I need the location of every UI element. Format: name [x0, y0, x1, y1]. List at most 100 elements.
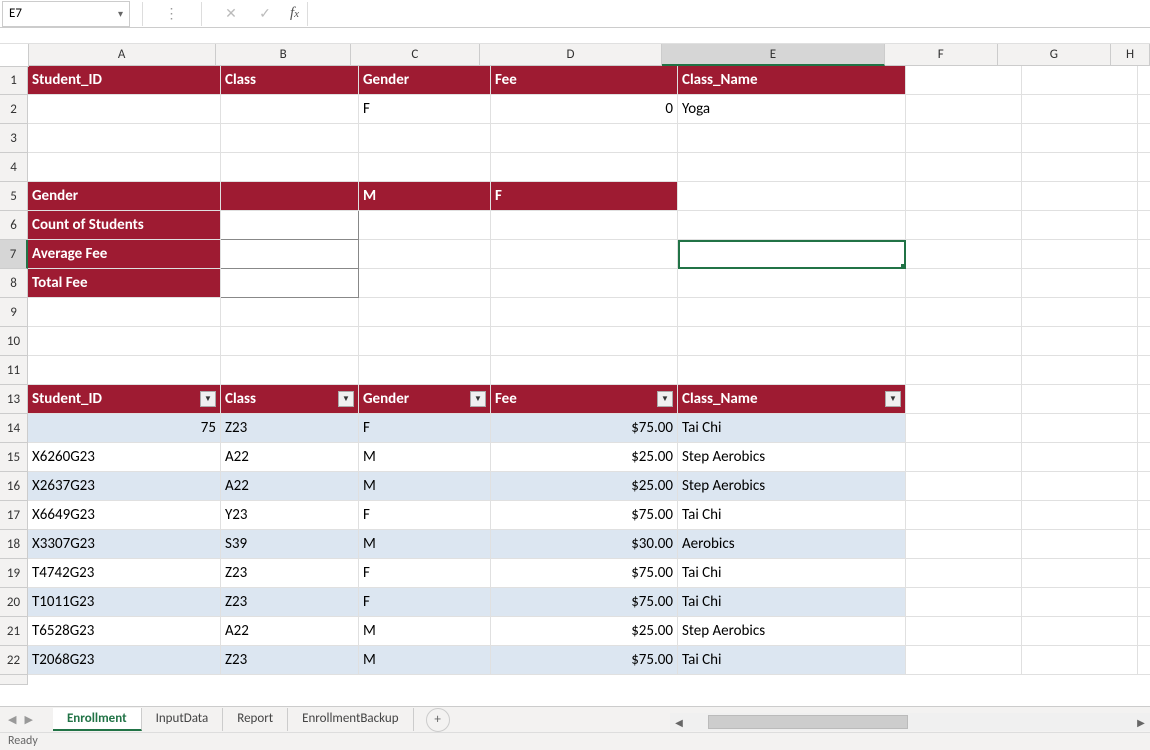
cell[interactable] [28, 327, 221, 356]
cell[interactable] [906, 530, 1022, 559]
cell[interactable] [1022, 298, 1138, 327]
cell[interactable]: T1011G23 [28, 588, 221, 617]
cell[interactable] [491, 327, 678, 356]
cell[interactable] [678, 182, 906, 211]
cell[interactable] [906, 646, 1022, 675]
cell[interactable]: Student_ID▼ [28, 385, 221, 414]
cell[interactable] [1022, 414, 1138, 443]
cell[interactable] [906, 327, 1022, 356]
cell[interactable] [28, 298, 221, 327]
cell[interactable] [1138, 443, 1150, 472]
cell[interactable] [28, 356, 221, 385]
column-header-A[interactable]: A [28, 44, 216, 66]
cell[interactable] [359, 124, 491, 153]
cell[interactable] [491, 269, 678, 298]
column-header-C[interactable]: C [351, 44, 480, 66]
row-header[interactable]: 6 [0, 211, 28, 240]
cell[interactable] [678, 211, 906, 240]
cell[interactable] [1138, 559, 1150, 588]
cell[interactable] [906, 443, 1022, 472]
filter-dropdown-icon[interactable]: ▼ [657, 391, 673, 407]
cell[interactable]: Tai Chi [678, 559, 906, 588]
cell[interactable] [491, 240, 678, 269]
column-header-B[interactable]: B [216, 44, 351, 66]
cell[interactable]: Tai Chi [678, 414, 906, 443]
row-header[interactable]: 2 [0, 95, 28, 124]
cell[interactable]: Tai Chi [678, 501, 906, 530]
cell[interactable] [1138, 501, 1150, 530]
cell[interactable] [906, 95, 1022, 124]
cell[interactable] [1022, 327, 1138, 356]
cell[interactable]: Step Aerobics [678, 443, 906, 472]
formula-input[interactable] [307, 2, 1150, 26]
cell[interactable] [1022, 530, 1138, 559]
row-header[interactable]: 21 [0, 617, 28, 646]
cell[interactable]: Class_Name [678, 66, 906, 95]
cell[interactable] [1022, 356, 1138, 385]
scrollbar-thumb[interactable] [708, 715, 908, 729]
row-header[interactable]: 10 [0, 327, 28, 356]
cell[interactable]: Total Fee [28, 269, 221, 298]
column-header-H[interactable]: H [1111, 44, 1150, 66]
sheet-tab[interactable]: InputData [142, 708, 224, 731]
cell[interactable] [28, 95, 221, 124]
cell[interactable] [1022, 617, 1138, 646]
cell[interactable] [359, 211, 491, 240]
cell[interactable]: Class_Name▼ [678, 385, 906, 414]
cell[interactable]: X2637G23 [28, 472, 221, 501]
cell[interactable]: A22 [221, 617, 359, 646]
cell[interactable]: $25.00 [491, 472, 678, 501]
filter-dropdown-icon[interactable]: ▼ [200, 391, 216, 407]
cell[interactable] [906, 66, 1022, 95]
cell[interactable]: Gender [359, 66, 491, 95]
cell[interactable]: T2068G23 [28, 646, 221, 675]
sheet-tab[interactable]: Report [223, 708, 288, 731]
cell[interactable]: $30.00 [491, 530, 678, 559]
cell[interactable] [359, 298, 491, 327]
cell[interactable] [1138, 617, 1150, 646]
row-header[interactable]: 18 [0, 530, 28, 559]
row-header[interactable]: 13 [0, 385, 28, 414]
cell[interactable] [906, 472, 1022, 501]
cell[interactable] [1022, 269, 1138, 298]
cell[interactable] [906, 182, 1022, 211]
cell[interactable] [221, 211, 359, 240]
cell[interactable] [1138, 95, 1150, 124]
cell[interactable] [1138, 646, 1150, 675]
cell[interactable] [491, 298, 678, 327]
cell[interactable]: $75.00 [491, 414, 678, 443]
cell[interactable]: M [359, 530, 491, 559]
cell[interactable]: Class [221, 66, 359, 95]
cell[interactable] [1022, 95, 1138, 124]
cell[interactable] [1022, 211, 1138, 240]
tab-nav-prev-icon[interactable]: ◀ [8, 713, 16, 726]
cell[interactable]: M [359, 182, 491, 211]
filter-dropdown-icon[interactable]: ▼ [470, 391, 486, 407]
cell[interactable] [359, 327, 491, 356]
cell[interactable]: Fee [491, 66, 678, 95]
cell[interactable] [1138, 472, 1150, 501]
cell[interactable] [491, 356, 678, 385]
cell[interactable]: X6260G23 [28, 443, 221, 472]
cell[interactable] [359, 240, 491, 269]
cell[interactable]: Gender [28, 182, 221, 211]
row-header[interactable]: 1 [0, 66, 28, 95]
column-header-D[interactable]: D [480, 44, 662, 66]
cell[interactable]: T4742G23 [28, 559, 221, 588]
cell[interactable] [221, 153, 359, 182]
row-header[interactable]: 8 [0, 269, 28, 298]
sheet-tab[interactable]: Enrollment [53, 708, 142, 731]
cell[interactable] [28, 153, 221, 182]
cell[interactable]: Student_ID [28, 66, 221, 95]
cell[interactable]: F [359, 559, 491, 588]
cell[interactable] [1138, 269, 1150, 298]
cell[interactable]: F [359, 414, 491, 443]
cell[interactable] [1022, 124, 1138, 153]
cell[interactable]: $75.00 [491, 588, 678, 617]
cell[interactable] [1022, 182, 1138, 211]
row-header[interactable]: 19 [0, 559, 28, 588]
row-header[interactable]: 17 [0, 501, 28, 530]
column-header-E[interactable]: E [662, 44, 884, 66]
cell[interactable]: F [359, 588, 491, 617]
cell[interactable] [1138, 182, 1150, 211]
